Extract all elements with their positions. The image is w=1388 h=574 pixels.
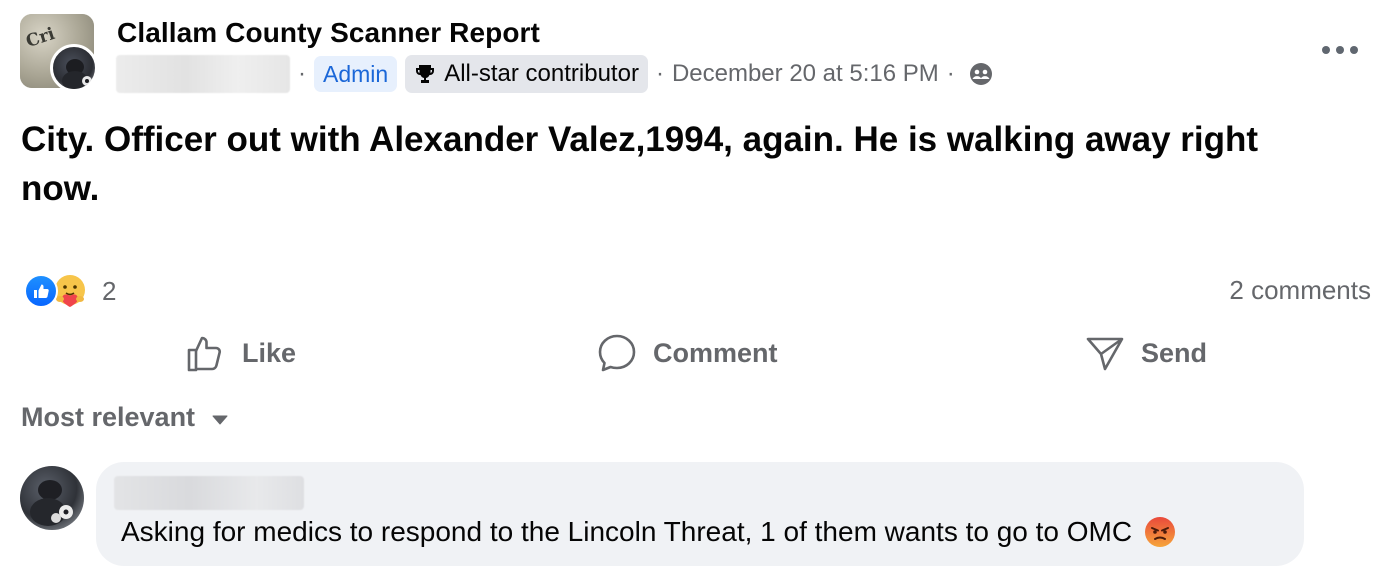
comment-button[interactable]: Comment xyxy=(597,330,778,376)
comments-count-link[interactable]: 2 comments xyxy=(1229,275,1371,306)
commenter-name-blurred[interactable] xyxy=(114,476,304,510)
commenter-avatar[interactable] xyxy=(20,466,84,530)
contributor-badge-label: All-star contributor xyxy=(444,60,639,87)
sort-label: Most relevant xyxy=(21,402,196,432)
thumbs-up-icon xyxy=(187,336,222,372)
send-icon xyxy=(1086,337,1124,371)
members-icon[interactable] xyxy=(969,62,993,86)
comment-text: Asking for medics to respond to the Linc… xyxy=(121,516,1133,547)
author-name-blurred[interactable] xyxy=(116,55,290,93)
comment-label: Comment xyxy=(653,337,778,368)
post-text: City. Officer out with Alexander Valez,1… xyxy=(21,120,1259,208)
separator-dot: · xyxy=(298,60,306,87)
post-timestamp[interactable]: December 20 at 5:16 PM xyxy=(672,60,939,88)
reactions-summary[interactable]: 2 xyxy=(24,273,116,309)
send-button[interactable]: Send xyxy=(1085,330,1207,376)
comment-text-row: Asking for medics to respond to the Linc… xyxy=(121,516,1176,548)
separator-dot: · xyxy=(655,60,664,87)
trophy-icon xyxy=(416,65,435,83)
post-meta: · Admin All-star contributor · December … xyxy=(116,55,993,93)
like-label: Like xyxy=(242,337,297,368)
commenter-avatar-image xyxy=(30,480,73,526)
angry-face-icon xyxy=(1145,517,1176,547)
separator-dot: · xyxy=(946,60,955,87)
author-avatar[interactable] xyxy=(50,44,98,92)
comment-sort-dropdown[interactable]: Most relevant xyxy=(21,402,229,433)
like-reaction-icon xyxy=(24,274,58,308)
admin-badge[interactable]: Admin xyxy=(314,56,398,92)
like-button[interactable]: Like xyxy=(186,330,296,376)
caret-down-icon xyxy=(212,415,228,424)
comment-bubble: Asking for medics to respond to the Linc… xyxy=(96,462,1304,566)
group-name[interactable]: Clallam County Scanner Report xyxy=(117,17,540,49)
reaction-count: 2 xyxy=(102,275,117,306)
all-star-contributor-badge[interactable]: All-star contributor xyxy=(405,55,648,93)
comment-bubble-icon xyxy=(598,334,636,372)
more-options-icon[interactable] xyxy=(1322,40,1358,60)
send-label: Send xyxy=(1141,337,1208,368)
